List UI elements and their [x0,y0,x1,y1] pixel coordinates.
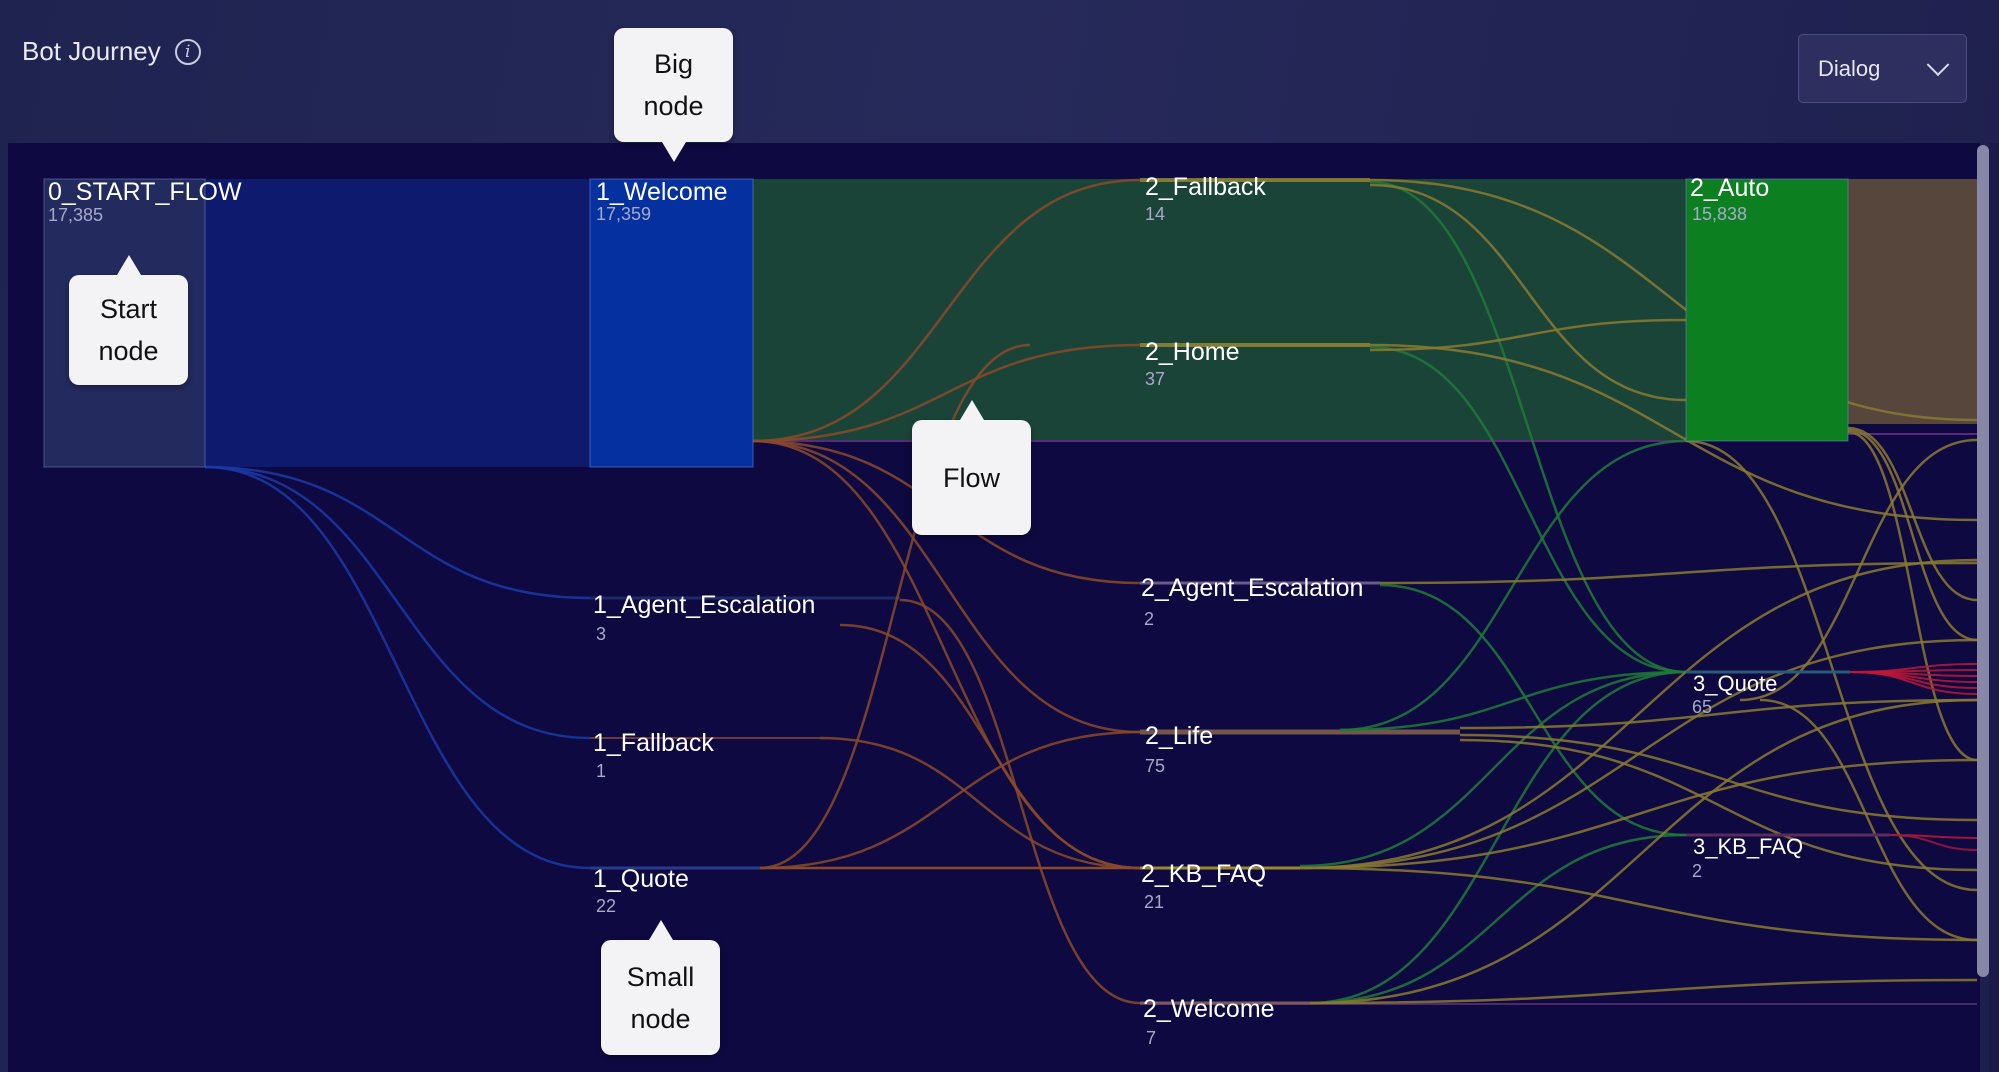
callout-big-node: Big node [614,28,733,162]
callout-text: Flow [942,462,1000,493]
link-2_Auto-out [1847,426,1977,602]
scrollbar-track [1989,143,1999,1072]
node-label-0_START_FLOW[interactable]: 0_START_FLOW [48,180,242,205]
node-label-2_Fallback[interactable]: 2_Fallback [1145,175,1266,200]
link-2_Welcome-3_KB_FAQ [1309,833,1687,1005]
callout-text: node [630,1003,691,1034]
node-count-2_Welcome: 7 [1146,1028,1157,1048]
callout-start-node: Start node [69,255,188,385]
node-label-1_Fallback[interactable]: 1_Fallback [593,731,714,756]
node-count-3_Quote: 65 [1692,697,1713,717]
link-2_Agent_Escalation-out [1379,561,1977,585]
node-label-3_KB_FAQ[interactable]: 3_KB_FAQ [1693,836,1803,858]
node-label-1_Agent_Escalation[interactable]: 1_Agent_Escalation [593,593,815,618]
node-count-2_Agent_Escalation: 2 [1144,609,1155,629]
link-2_Auto-next [1848,179,1977,424]
node-count-2_Auto: 15,838 [1692,204,1748,224]
link-2_Life-out-2 [1459,733,1977,822]
node-label-1_Quote[interactable]: 1_Quote [593,867,689,892]
link-2_KB_FAQ-3_Quote [1299,670,1687,868]
callout-text: node [643,91,704,121]
callout-text: Start [99,294,158,324]
node-label-2_Auto[interactable]: 2_Auto [1690,176,1769,201]
node-count-1_Agent_Escalation: 3 [596,624,607,644]
link-1_Quote-2_Life [759,730,1141,870]
link-2_Welcome-out-2 [1309,698,1977,1005]
link-0_START_FLOW-1_Welcome [205,179,590,467]
link-2_Auto-out-3 [1847,430,1977,762]
link-2_Auto-out-2 [1847,428,1977,642]
link-0_START_FLOW-1_Quote [204,465,591,870]
node-count-2_Fallback: 14 [1145,204,1166,224]
link-2_KB_FAQ-out-4 [1299,866,1977,942]
node-label-2_KB_FAQ[interactable]: 2_KB_FAQ [1141,862,1266,887]
node-count-1_Welcome: 17,359 [596,204,652,224]
link-0_START_FLOW-1_Fallback [204,465,591,740]
node-count-2_Home: 37 [1145,369,1166,389]
callout-text: Small [626,961,695,992]
node-label-3_Quote[interactable]: 3_Quote [1693,673,1777,695]
link-1_Welcome-2_Auto [753,179,1686,441]
node-count-3_KB_FAQ: 2 [1692,861,1703,881]
node-label-2_Welcome[interactable]: 2_Welcome [1143,997,1275,1022]
link-3_Quote-in [1739,438,1977,702]
node-count-1_Quote: 22 [596,896,617,916]
node-count-1_Fallback: 1 [596,761,607,781]
node-label-2_Home[interactable]: 2_Home [1145,340,1240,365]
node-label-1_Welcome[interactable]: 1_Welcome [596,180,728,205]
sankey-diagram [43,178,1977,1005]
node-count-2_Life: 75 [1145,756,1166,776]
node-label-2_Life[interactable]: 2_Life [1145,724,1213,749]
callout-text: node [98,336,159,366]
node-count-2_KB_FAQ: 21 [1144,892,1165,912]
link-0_START_FLOW-1_Agent_Escalation [204,465,591,600]
callout-small-node: Small node [601,920,720,1055]
node-label-2_Agent_Escalation[interactable]: 2_Agent_Escalation [1141,576,1363,601]
node-count-0_START_FLOW: 17,385 [48,205,104,225]
link-1_Agent_Escalation-2_Welcome [899,598,1141,1005]
callout-flow: Flow [912,400,1031,535]
link-2_Agent_Escalation-3_KB_FAQ [1379,583,1687,837]
callout-text: Big [653,49,694,79]
vertical-scrollbar[interactable] [1977,145,1989,977]
